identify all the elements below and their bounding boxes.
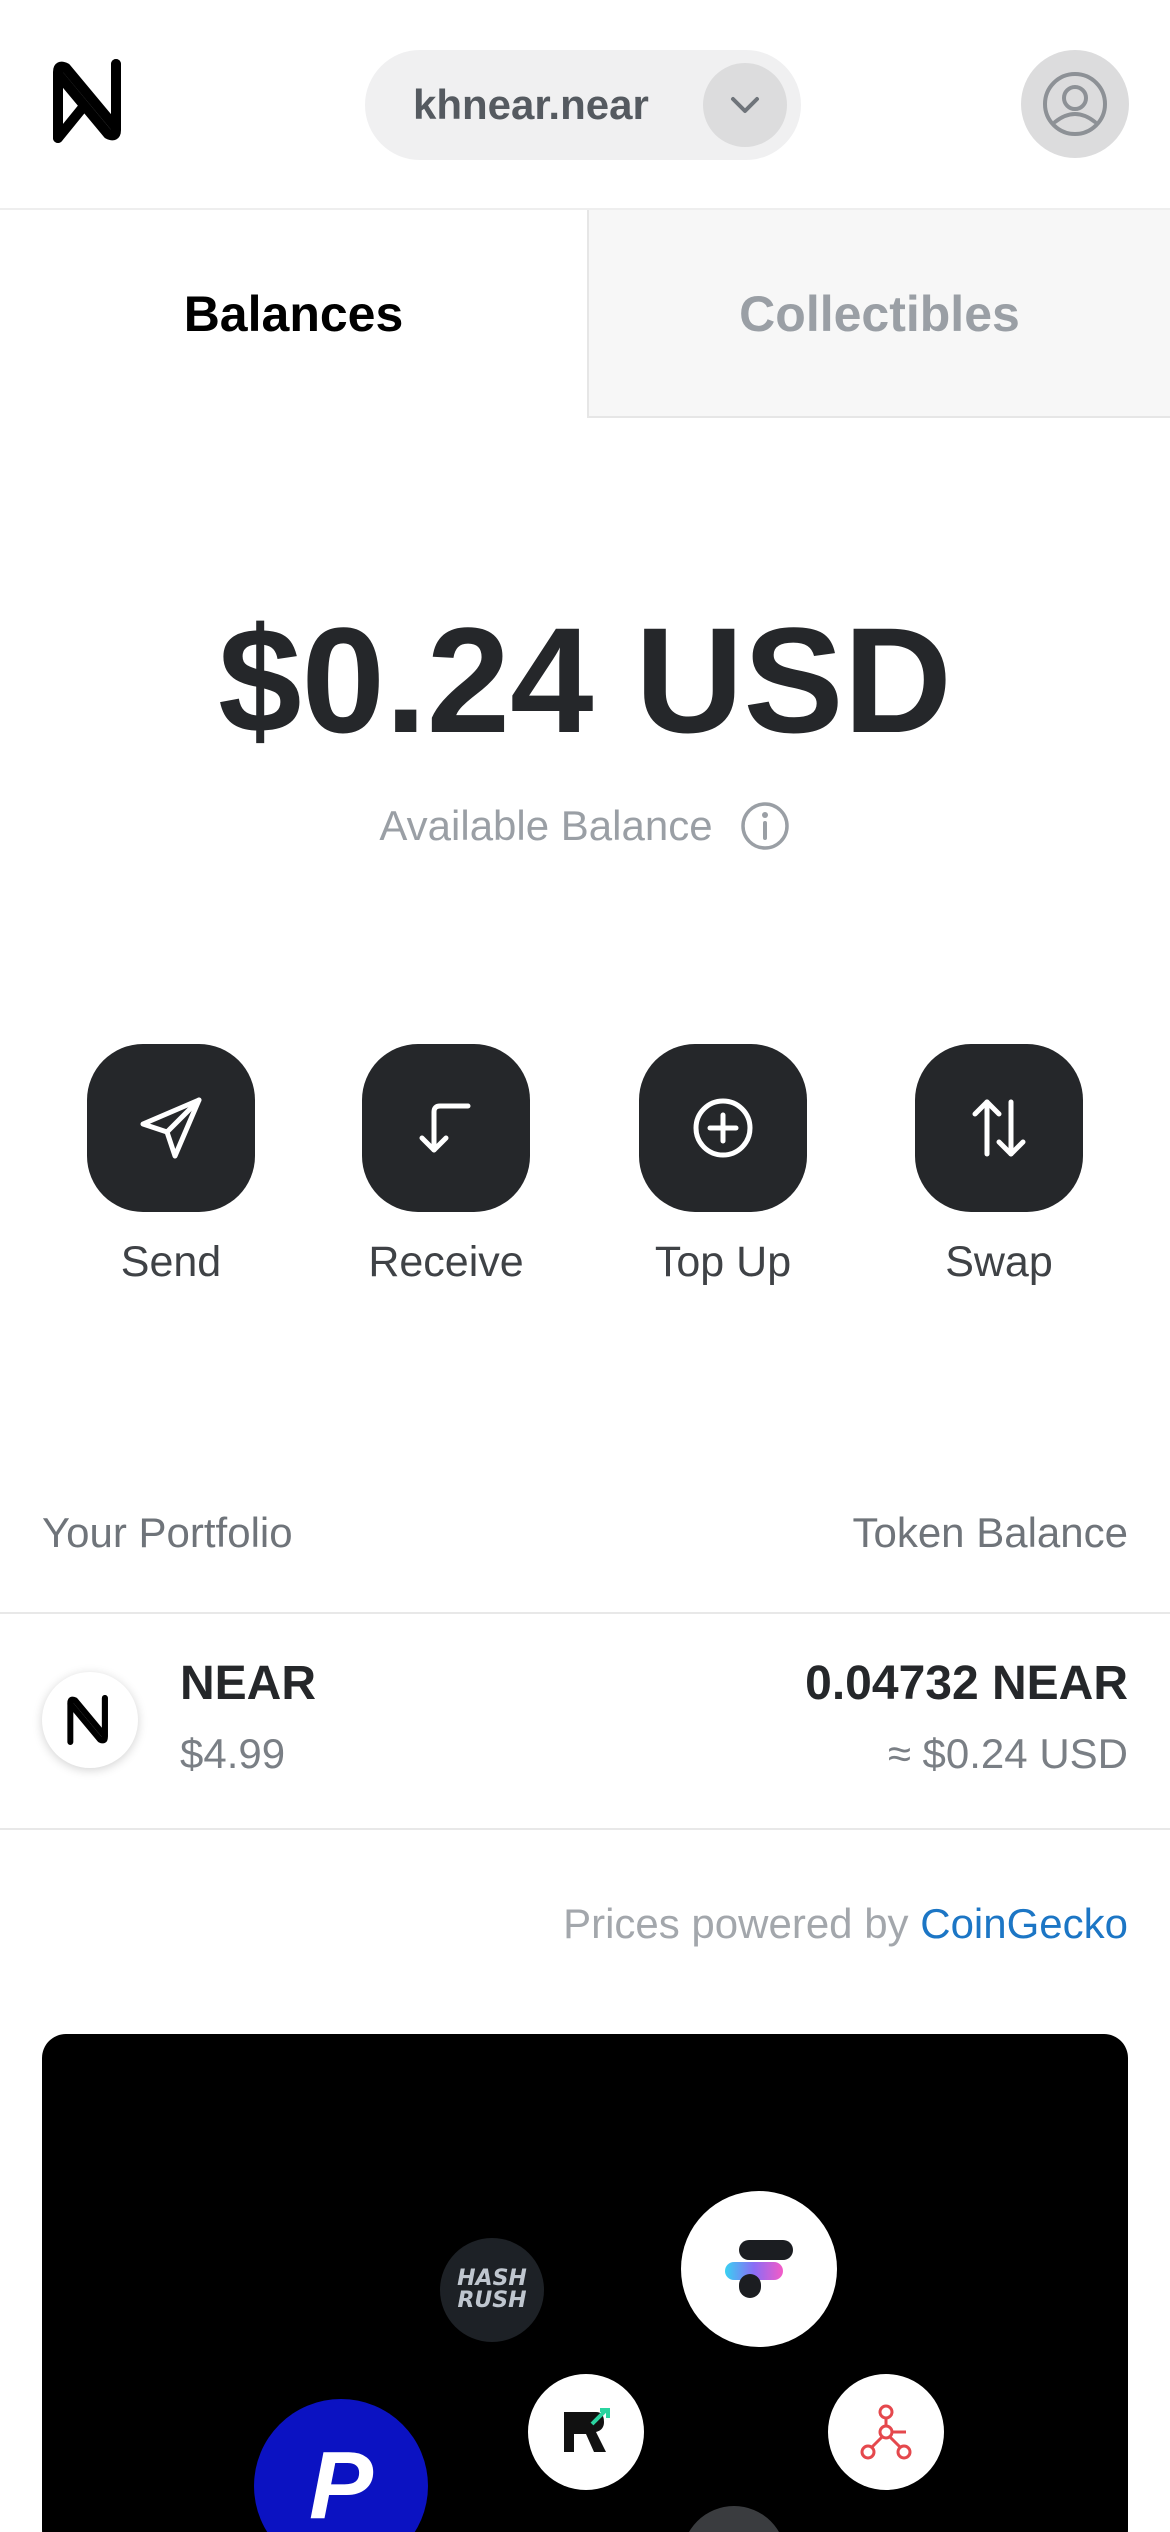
p-logo-icon: P [254,2399,428,2532]
header: khnear.near [0,0,1170,210]
account-selector[interactable]: khnear.near [365,50,801,160]
r-logo-icon [528,2374,644,2490]
send-icon [140,1097,202,1159]
prices-text: Prices powered by [563,1900,909,1947]
user-icon [1043,72,1107,136]
swap-action[interactable]: Swap [914,1044,1084,1287]
receive-label: Receive [368,1238,524,1286]
portfolio-header: Your Portfolio Token Balance [0,1500,1170,1614]
topup-action[interactable]: Top Up [638,1044,808,1287]
p-logo-letter: P [308,2432,374,2532]
hash-rush-text: HASH RUSH [457,2266,527,2313]
send-label: Send [120,1238,222,1286]
token-price: $4.99 [180,1730,286,1777]
plus-circle-icon [693,1098,753,1158]
topup-button[interactable] [639,1044,807,1212]
balance-label-row: Available Balance [0,800,1170,852]
token-amount: 0.04732 NEAR [805,1657,1128,1710]
token-row-near[interactable]: NEAR $4.99 0.04732 NEAR ≈ $0.24 USD [0,1614,1170,1830]
tab-balances[interactable]: Balances [0,210,587,418]
grey-logo-icon [682,2506,786,2532]
near-token-icon [42,1672,138,1768]
swap-label: Swap [945,1238,1053,1286]
prices-attribution: Prices powered by CoinGecko [563,1900,1128,1948]
near-logo-icon[interactable] [44,54,138,148]
swap-button[interactable] [915,1044,1083,1212]
swap-icon [972,1099,1026,1157]
tab-bar: Balances Collectibles [0,210,1170,418]
receive-button[interactable] [362,1044,530,1212]
receive-action[interactable]: Receive [361,1044,531,1287]
send-action[interactable]: Send [86,1044,256,1287]
flow-logo-icon [681,2191,837,2347]
balance-label: Available Balance [379,802,713,849]
token-balance-title: Token Balance [852,1509,1128,1556]
portfolio-title: Your Portfolio [42,1509,293,1556]
hash-rush-logo-icon: HASH RUSH [440,2238,544,2342]
tree-logo-icon [828,2374,944,2490]
profile-button[interactable] [1021,50,1129,158]
token-usd-value: ≈ $0.24 USD [887,1730,1128,1777]
send-button[interactable] [87,1044,255,1212]
info-icon[interactable] [739,800,791,852]
balance-amount: $0.24 USD [218,596,952,764]
account-name: khnear.near [413,81,649,128]
chevron-down-icon[interactable] [703,63,787,147]
tab-collectibles[interactable]: Collectibles [587,210,1170,418]
coingecko-link[interactable]: CoinGecko [920,1900,1128,1947]
promo-banner[interactable]: HASH RUSH P [42,2034,1128,2532]
token-name: NEAR [180,1657,317,1710]
topup-label: Top Up [654,1238,792,1286]
receive-icon [419,1103,471,1153]
